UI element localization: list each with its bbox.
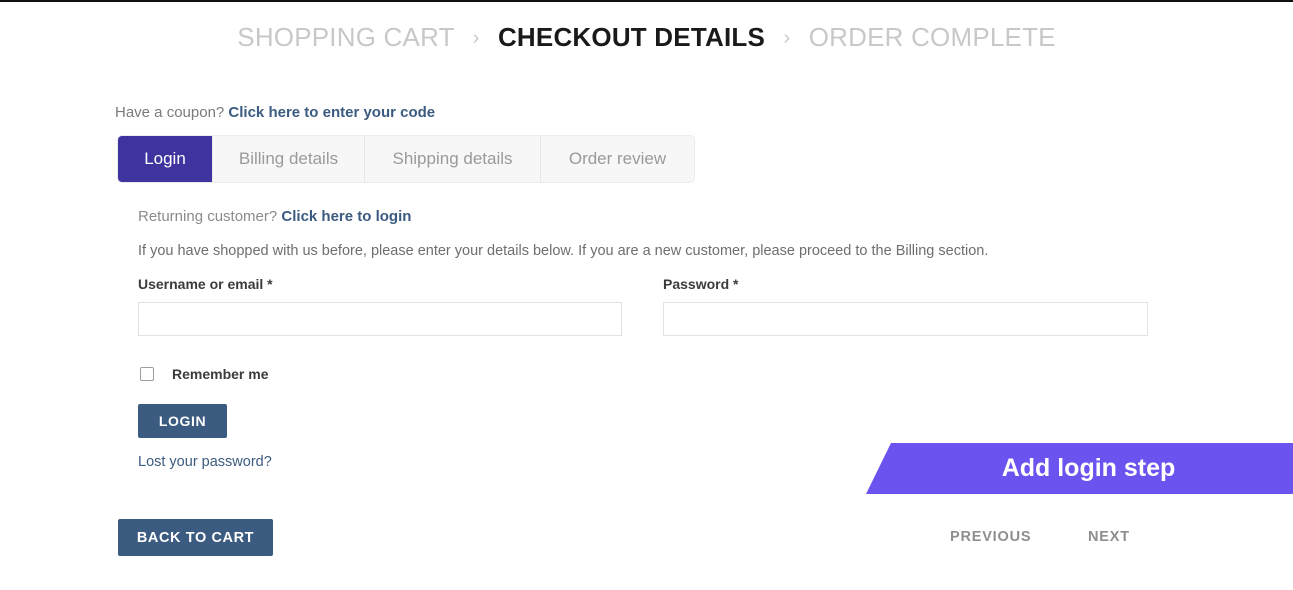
remember-me-label[interactable]: Remember me	[172, 366, 269, 382]
returning-customer-prompt: Returning customer? Click here to login	[138, 208, 411, 225]
breadcrumb: SHOPPING CART › CHECKOUT DETAILS › ORDER…	[0, 22, 1293, 53]
back-to-cart-button[interactable]: BACK TO CART	[118, 519, 273, 556]
login-description: If you have shopped with us before, plea…	[138, 243, 989, 259]
tab-shipping-details[interactable]: Shipping details	[364, 136, 540, 182]
tab-billing-details-label: Billing details	[238, 149, 339, 168]
breadcrumb-step-shopping-cart[interactable]: SHOPPING CART	[237, 22, 454, 52]
chevron-right-icon: ›	[472, 27, 480, 49]
add-login-step-banner: Add login step	[866, 443, 1293, 494]
username-input[interactable]	[138, 302, 622, 336]
previous-button[interactable]: PREVIOUS	[950, 529, 1031, 545]
tab-shipping-details-label: Shipping details	[392, 149, 513, 168]
password-input[interactable]	[663, 302, 1148, 336]
add-login-step-banner-label: Add login step	[1001, 454, 1176, 482]
coupon-prompt-text: Have a coupon?	[115, 104, 225, 121]
tab-order-review-label: Order review	[568, 149, 667, 168]
remember-me-checkbox[interactable]	[140, 367, 154, 381]
password-label: Password *	[663, 276, 739, 292]
coupon-link[interactable]: Click here to enter your code	[228, 104, 435, 121]
next-button[interactable]: NEXT	[1088, 529, 1130, 545]
tab-order-review[interactable]: Order review	[540, 136, 694, 182]
page-top-rule	[0, 0, 1293, 2]
tab-login[interactable]: Login	[118, 136, 212, 182]
breadcrumb-step-order-complete[interactable]: ORDER COMPLETE	[809, 22, 1056, 52]
breadcrumb-step-checkout-details[interactable]: CHECKOUT DETAILS	[498, 22, 765, 52]
coupon-prompt: Have a coupon? Click here to enter your …	[115, 104, 435, 121]
checkout-tabs: Login Billing details Shipping details O…	[118, 136, 694, 182]
tab-billing-details[interactable]: Billing details	[212, 136, 364, 182]
remember-me-row: Remember me	[140, 366, 269, 382]
returning-customer-text: Returning customer?	[138, 208, 278, 225]
tab-login-label: Login	[144, 149, 186, 168]
login-button[interactable]: LOGIN	[138, 404, 227, 438]
lost-password-link[interactable]: Lost your password?	[138, 454, 272, 470]
click-here-to-login-link[interactable]: Click here to login	[281, 208, 411, 225]
username-label: Username or email *	[138, 276, 273, 292]
chevron-right-icon: ›	[783, 27, 791, 49]
